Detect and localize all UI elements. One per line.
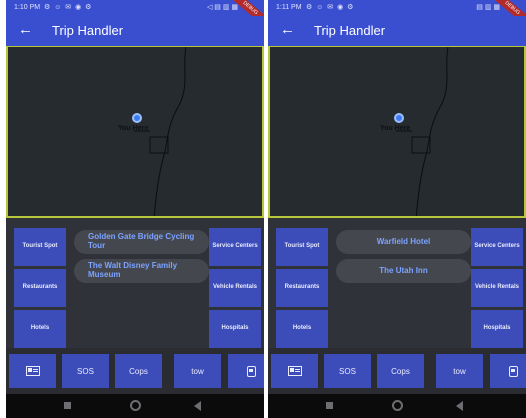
bus-icon	[247, 365, 256, 377]
current-location-marker	[132, 113, 142, 123]
category-panel: Tourist Spot Restaurants Hotels Service …	[268, 218, 526, 348]
bus-button[interactable]	[228, 354, 264, 388]
hotels-button[interactable]: Hotels	[14, 310, 66, 348]
bus-button[interactable]	[490, 354, 526, 388]
app-bar: ← Trip Handler	[6, 16, 264, 46]
tow-button[interactable]: tow	[174, 354, 221, 388]
result-item[interactable]: The Walt Disney Family Museum	[74, 259, 209, 283]
category-panel: Tourist Spot Restaurants Hotels Service …	[6, 218, 264, 348]
status-bar: 1:11 PM ⚙ ☺ ✉ ◉ ⚙ ▤ ▥ ▦ DEBUG	[268, 0, 526, 30]
status-notification-icons: ⚙ ☺ ✉ ◉ ⚙	[44, 4, 93, 11]
service-centers-button[interactable]: Service Centers	[209, 228, 261, 266]
hotels-button[interactable]: Hotels	[276, 310, 328, 348]
phone-screen-2: 1:11 PM ⚙ ☺ ✉ ◉ ⚙ ▤ ▥ ▦ DEBUG ← Trip Han…	[268, 0, 526, 418]
phone-screen-1: 1:10 PM ⚙ ☺ ✉ ◉ ⚙ ◁ ▤ ▥ ▦ DEBUG ← Trip H…	[6, 0, 264, 418]
triangle-recent-icon[interactable]	[194, 401, 201, 411]
app-bar: ← Trip Handler	[268, 16, 526, 46]
map-roads	[396, 47, 449, 216]
status-system-icons: ▤ ▥ ▦	[476, 4, 500, 11]
current-location-label: You Here	[118, 125, 149, 132]
restaurants-button[interactable]: Restaurants	[14, 269, 66, 307]
tourist-spot-button[interactable]: Tourist Spot	[14, 228, 66, 266]
circle-home-icon[interactable]	[130, 400, 141, 411]
current-location-label: You Here	[380, 125, 411, 132]
service-centers-button[interactable]: Service Centers	[471, 228, 523, 266]
result-item[interactable]: Warfield Hotel	[336, 230, 471, 254]
id-card-button[interactable]	[9, 354, 56, 388]
system-nav-bar	[6, 394, 264, 418]
tourist-spot-button[interactable]: Tourist Spot	[276, 228, 328, 266]
map-roads	[134, 47, 187, 216]
id-card-button[interactable]	[271, 354, 318, 388]
page-title: Trip Handler	[52, 23, 124, 38]
vehicle-rentals-button[interactable]: Vehicle Rentals	[471, 269, 523, 307]
vehicle-rentals-button[interactable]: Vehicle Rentals	[209, 269, 261, 307]
status-time: 1:10 PM	[14, 4, 41, 11]
map-view[interactable]: You Here	[6, 46, 264, 218]
square-back-icon[interactable]	[64, 402, 71, 409]
id-card-icon	[287, 366, 302, 376]
page-title: Trip Handler	[314, 23, 386, 38]
status-system-icons: ◁ ▤ ▥ ▦	[206, 4, 238, 11]
circle-home-icon[interactable]	[392, 400, 403, 411]
status-notification-icons: ⚙ ☺ ✉ ◉ ⚙	[306, 4, 355, 11]
map-view[interactable]: You Here	[268, 46, 526, 218]
system-nav-bar	[268, 394, 526, 418]
bus-icon	[509, 365, 518, 377]
id-card-icon	[25, 366, 40, 376]
result-item[interactable]: Golden Gate Bridge Cycling Tour	[74, 230, 209, 254]
cops-button[interactable]: Cops	[377, 354, 424, 388]
status-time: 1:11 PM	[276, 4, 302, 11]
back-arrow-icon[interactable]: ←	[280, 22, 295, 37]
sos-button[interactable]: SOS	[324, 354, 371, 388]
sos-button[interactable]: SOS	[62, 354, 109, 388]
status-bar: 1:10 PM ⚙ ☺ ✉ ◉ ⚙ ◁ ▤ ▥ ▦ DEBUG	[6, 0, 264, 30]
result-item[interactable]: The Utah Inn	[336, 259, 471, 283]
bottom-action-bar: SOS Cops tow	[268, 348, 526, 394]
cops-button[interactable]: Cops	[115, 354, 162, 388]
current-location-marker	[394, 113, 404, 123]
tow-button[interactable]: tow	[436, 354, 483, 388]
restaurants-button[interactable]: Restaurants	[276, 269, 328, 307]
hospitals-button[interactable]: Hospitals	[209, 310, 261, 348]
square-back-icon[interactable]	[326, 402, 333, 409]
hospitals-button[interactable]: Hospitals	[471, 310, 523, 348]
triangle-recent-icon[interactable]	[456, 401, 463, 411]
back-arrow-icon[interactable]: ←	[18, 22, 33, 37]
bottom-action-bar: SOS Cops tow	[6, 348, 264, 394]
